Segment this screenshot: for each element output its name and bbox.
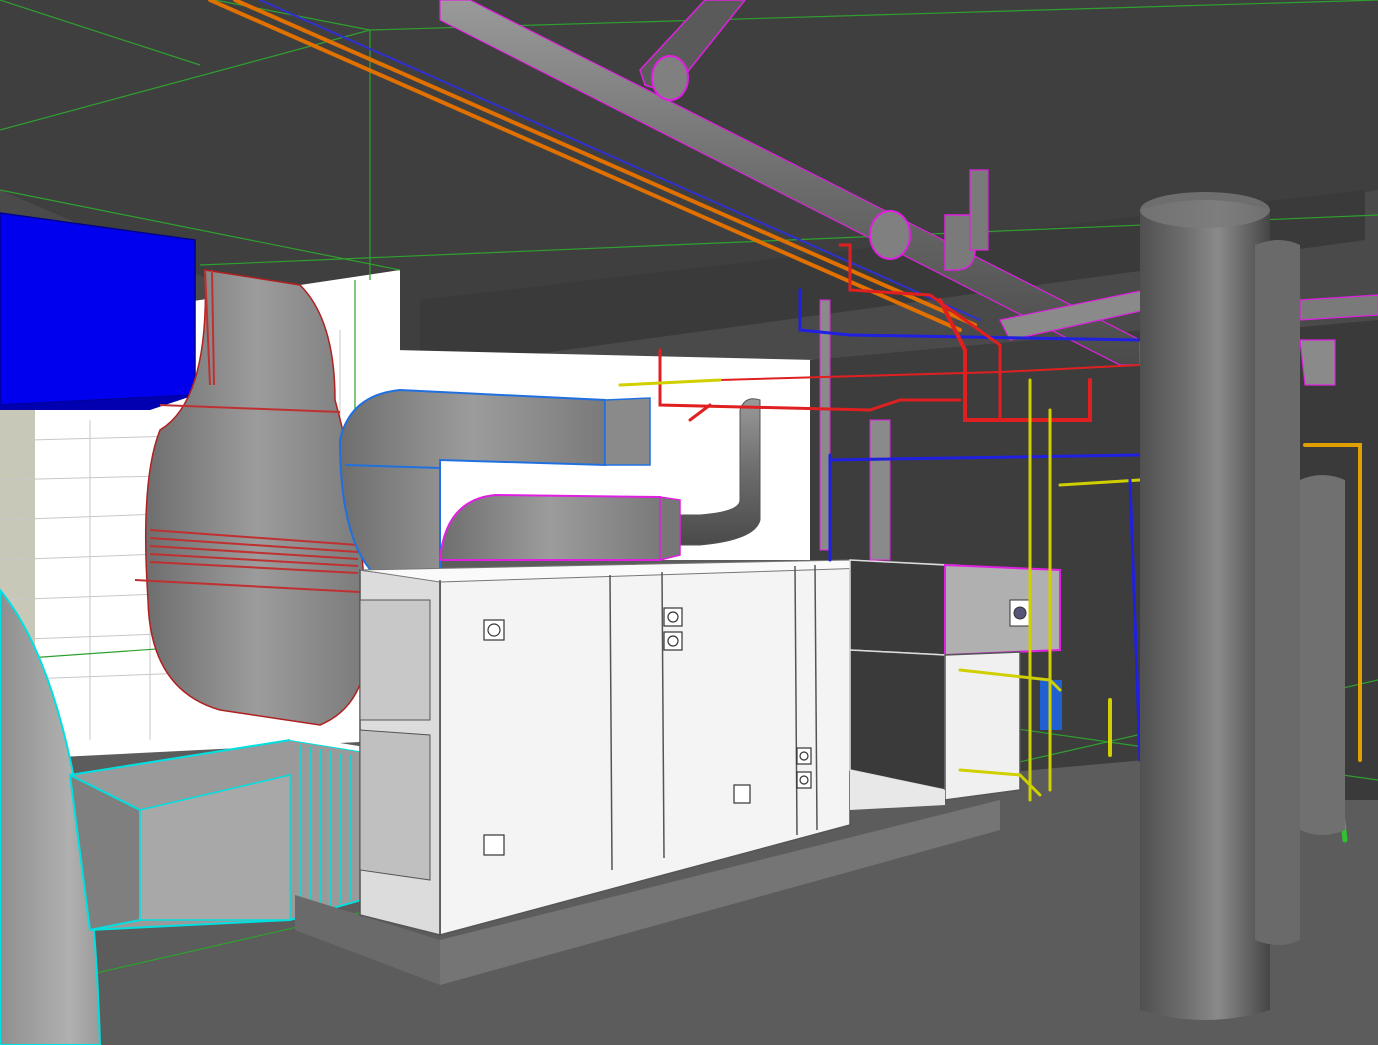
- blue-supply-duct: [0, 212, 196, 410]
- scene-svg: [0, 0, 1378, 1045]
- lower-elbow-duct: [438, 493, 681, 561]
- model-viewport[interactable]: [0, 0, 1378, 1045]
